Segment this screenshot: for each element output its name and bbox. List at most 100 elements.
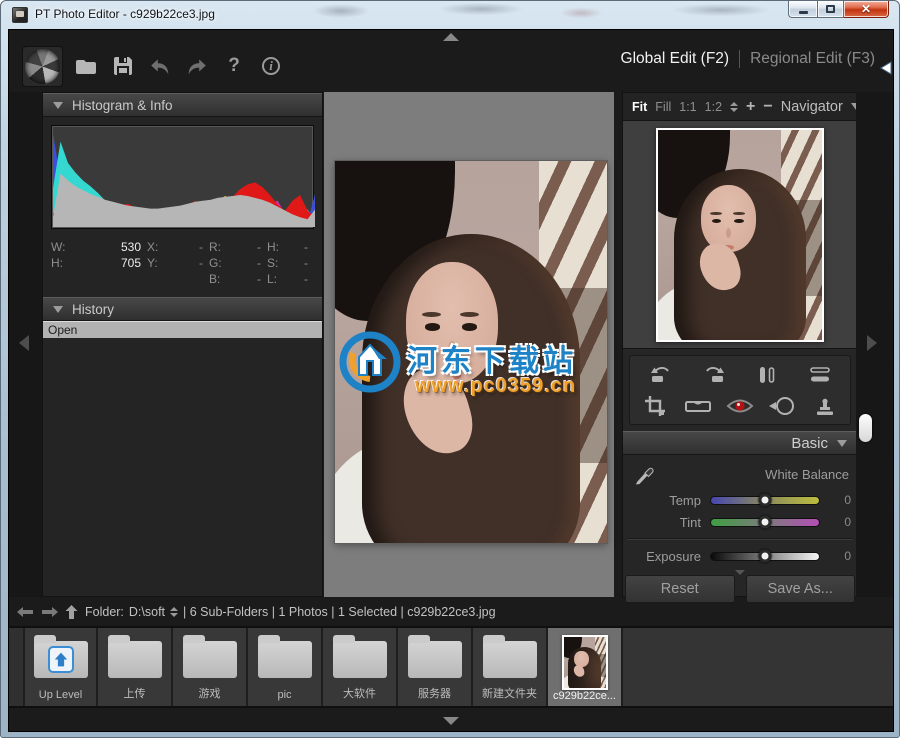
basic-panel-title: Basic: [791, 435, 828, 452]
collapse-left-icon: [19, 335, 29, 351]
flip-vertical-icon: [808, 365, 832, 385]
temp-label: Temp: [639, 493, 701, 508]
up-level-icon[interactable]: [65, 605, 78, 619]
app-content: ? i Global Edit (F2) Regional Edit (F3) …: [8, 29, 894, 732]
minimize-icon: [799, 11, 808, 14]
clone-stamp-icon: [812, 395, 838, 417]
edited-photo[interactable]: 河东下载站 www.pc0359.cn: [335, 161, 607, 543]
app-logo: [22, 46, 63, 87]
close-icon: ✕: [861, 2, 871, 16]
tint-label: Tint: [639, 515, 701, 530]
bottom-panel-toggle[interactable]: [9, 708, 893, 732]
help-icon: ?: [228, 55, 240, 77]
zoom-mode-fit[interactable]: Fit: [632, 100, 647, 114]
maximize-button[interactable]: [817, 1, 844, 18]
image-canvas[interactable]: 河东下载站 www.pc0359.cn: [324, 92, 614, 597]
info-label: R:: [209, 240, 221, 254]
spot-removal-button[interactable]: [767, 393, 797, 419]
top-panel-toggle[interactable]: [9, 30, 893, 44]
app-window: PT Photo Editor - c929b22ce3.jpg ✕: [0, 0, 900, 738]
red-eye-button[interactable]: [725, 393, 755, 419]
spot-removal-icon: [768, 395, 796, 417]
info-value: -: [304, 256, 314, 270]
tint-slider-thumb[interactable]: [759, 516, 772, 529]
temp-slider[interactable]: [710, 496, 820, 505]
folder-path-spinner-icon[interactable]: [170, 607, 178, 617]
zoom-in-button[interactable]: +: [746, 99, 755, 115]
filmstrip-item-up-level[interactable]: Up Level: [23, 628, 98, 706]
minimize-button[interactable]: [788, 1, 817, 18]
info-label: Y:: [147, 256, 158, 270]
filmstrip-item-label: c929b22ce...: [548, 690, 621, 706]
crop-button[interactable]: [640, 393, 670, 419]
zoom-spinner-icon[interactable]: [730, 102, 738, 112]
redo-button[interactable]: [184, 53, 210, 79]
white-balance-eyedropper[interactable]: [633, 462, 655, 491]
info-label: H:: [267, 240, 279, 254]
title-bar[interactable]: PT Photo Editor - c929b22ce3.jpg ✕: [1, 1, 899, 29]
info-label: G:: [209, 256, 222, 270]
reset-button[interactable]: Reset: [625, 575, 735, 603]
filmstrip-item-folder[interactable]: 服务器: [398, 628, 473, 706]
right-panel-collapse-strip[interactable]: [856, 92, 893, 597]
redo-icon: [186, 56, 208, 76]
tab-regional-edit[interactable]: Regional Edit (F3): [750, 50, 875, 68]
navigator-preview-area: [623, 121, 857, 349]
exposure-slider[interactable]: [710, 552, 820, 561]
filmstrip-item-label: 服务器: [398, 685, 471, 706]
left-panel-collapse-strip[interactable]: [9, 92, 42, 597]
zoom-out-button[interactable]: −: [763, 99, 772, 115]
zoom-mode-1-2[interactable]: 1:2: [705, 100, 722, 114]
zoom-mode-fill[interactable]: Fill: [655, 100, 671, 114]
up-arrow-badge: [48, 646, 74, 673]
forward-icon[interactable]: [41, 606, 58, 618]
flip-vertical-button[interactable]: [805, 362, 835, 388]
folder-icon: [34, 641, 88, 678]
info-value: -: [304, 272, 314, 286]
scrollbar-thumb[interactable]: [859, 414, 872, 442]
info-value: -: [257, 240, 267, 254]
exposure-slider-thumb[interactable]: [759, 550, 772, 563]
filmstrip-item-photo[interactable]: c929b22ce...: [548, 628, 623, 706]
filmstrip-item-folder[interactable]: 大软件: [323, 628, 398, 706]
folder-path[interactable]: D:\soft: [129, 605, 165, 619]
save-icon: [112, 55, 134, 77]
filmstrip: Up Level 上传 游戏 pic 大软件 服务器: [9, 626, 893, 708]
open-folder-button[interactable]: [73, 53, 99, 79]
back-icon[interactable]: [17, 606, 34, 618]
navigator-thumbnail[interactable]: [656, 128, 824, 342]
temp-slider-thumb[interactable]: [759, 494, 772, 507]
about-button[interactable]: i: [258, 53, 284, 79]
tint-value: 0: [829, 515, 851, 529]
white-balance-label: White Balance: [765, 467, 849, 482]
zoom-mode-1-1[interactable]: 1:1: [679, 100, 696, 114]
save-as-button[interactable]: Save As...: [746, 575, 856, 603]
basic-panel-header[interactable]: Basic: [623, 431, 857, 455]
histogram-panel-header[interactable]: Histogram & Info: [43, 93, 322, 117]
close-button[interactable]: ✕: [844, 1, 889, 18]
filmstrip-item-folder[interactable]: 上传: [98, 628, 173, 706]
save-button[interactable]: [110, 53, 136, 79]
navigator-title: Navigator: [781, 99, 843, 115]
clone-stamp-button[interactable]: [810, 393, 840, 419]
history-panel-header[interactable]: History: [43, 297, 322, 321]
flip-horizontal-button[interactable]: [752, 362, 782, 388]
history-entry-open[interactable]: Open: [43, 321, 322, 338]
up-arrow-icon: [52, 650, 70, 669]
straighten-button[interactable]: [683, 393, 713, 419]
histogram-svg: [53, 127, 315, 227]
filmstrip-item-folder[interactable]: pic: [248, 628, 323, 706]
chevron-up-icon: [443, 33, 459, 41]
tint-slider[interactable]: [710, 518, 820, 527]
filmstrip-item-folder[interactable]: 新建文件夹: [473, 628, 548, 706]
app-window-icon: [12, 7, 28, 23]
tab-global-edit[interactable]: Global Edit (F2): [621, 50, 730, 68]
help-button[interactable]: ?: [221, 53, 247, 79]
undo-button[interactable]: [147, 53, 173, 79]
filmstrip-item-folder[interactable]: 游戏: [173, 628, 248, 706]
rotate-left-button[interactable]: [646, 362, 676, 388]
info-label: L:: [267, 272, 277, 286]
rotate-right-button[interactable]: [699, 362, 729, 388]
tint-slider-row: Tint 0: [623, 511, 857, 533]
image-info-grid: W:530 X:- R:- H:- H:705 Y:- G:- S:- B:- …: [51, 239, 314, 287]
